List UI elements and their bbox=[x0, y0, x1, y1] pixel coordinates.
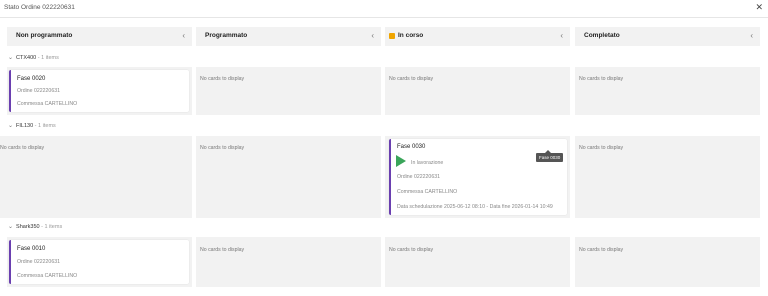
phase-card[interactable]: Fase 0010 Ordine 022220631 Commessa CART… bbox=[9, 240, 189, 284]
cell-ctx400-completato: No cards to display bbox=[575, 67, 760, 115]
column-header-in-corso: In corso ‹ bbox=[385, 27, 570, 46]
title-bar: Stato Ordine 022220631 ✕ bbox=[0, 0, 768, 18]
empty-message: No cards to display bbox=[579, 145, 624, 151]
close-icon[interactable]: ✕ bbox=[755, 3, 763, 12]
card-commessa: Commessa CARTELLINO bbox=[17, 273, 78, 279]
card-title: Fase 0010 bbox=[17, 246, 46, 252]
cell-ctx400-non-programmato: Fase 0020 Ordine 022220631 Commessa CART… bbox=[7, 67, 192, 115]
column-label: Non programmato bbox=[16, 32, 73, 39]
group-header-fil130[interactable]: ⌄ FIL130 - 1 items bbox=[8, 122, 56, 132]
chevron-left-icon[interactable]: ‹ bbox=[182, 32, 185, 40]
window-title: Stato Ordine 022220631 bbox=[4, 4, 75, 11]
cell-ctx400-in-corso: No cards to display bbox=[385, 67, 570, 115]
group-name: CTX400 bbox=[16, 55, 37, 61]
group-header-ctx400[interactable]: ⌄ CTX400 - 1 items bbox=[8, 54, 59, 64]
cell-shark350-non-programmato: Fase 0010 Ordine 022220631 Commessa CART… bbox=[7, 237, 192, 287]
phase-card[interactable]: Fase 0030 In lavorazione Fase 0030 Ordin… bbox=[389, 139, 567, 215]
chevron-left-icon[interactable]: ‹ bbox=[560, 32, 563, 40]
chevron-left-icon[interactable]: ‹ bbox=[371, 32, 374, 40]
play-icon bbox=[396, 155, 406, 167]
card-ordine: Ordine 022220631 bbox=[397, 174, 440, 180]
empty-message: No cards to display bbox=[389, 247, 434, 253]
column-header-non-programmato: Non programmato ‹ bbox=[7, 27, 192, 46]
cell-fil130-in-corso: Fase 0030 In lavorazione Fase 0030 Ordin… bbox=[385, 136, 570, 218]
cell-ctx400-programmato: No cards to display bbox=[196, 67, 381, 115]
card-title: Fase 0030 bbox=[397, 144, 426, 150]
group-name: FIL130 bbox=[16, 123, 34, 129]
column-label: Completato bbox=[584, 32, 620, 39]
group-count: - 1 items bbox=[36, 55, 59, 61]
empty-message: No cards to display bbox=[200, 145, 245, 151]
cell-fil130-completato: No cards to display bbox=[575, 136, 760, 218]
group-count: - 1 items bbox=[39, 224, 63, 230]
cell-fil130-non-programmato: No cards to display bbox=[0, 136, 192, 218]
group-count: - 1 items bbox=[33, 123, 56, 129]
empty-message: No cards to display bbox=[200, 247, 245, 253]
card-ordine: Ordine 022220631 bbox=[17, 88, 60, 94]
chevron-left-icon[interactable]: ‹ bbox=[750, 32, 753, 40]
chevron-down-icon: ⌄ bbox=[8, 224, 14, 230]
cell-shark350-in-corso: No cards to display bbox=[385, 237, 570, 287]
card-schedule: Data schedulazione 2025-06-12 08:10 - Da… bbox=[397, 204, 553, 210]
card-ordine: Ordine 022220631 bbox=[17, 259, 60, 265]
cell-fil130-programmato: No cards to display bbox=[196, 136, 381, 218]
card-title: Fase 0020 bbox=[17, 76, 46, 82]
card-commessa: Commessa CARTELLINO bbox=[17, 101, 78, 107]
column-header-completato: Completato ‹ bbox=[575, 27, 760, 46]
empty-message: No cards to display bbox=[0, 145, 45, 151]
empty-message: No cards to display bbox=[200, 76, 245, 82]
column-label: In corso bbox=[398, 32, 424, 39]
tooltip: Fase 0030 bbox=[536, 150, 564, 162]
empty-message: No cards to display bbox=[579, 247, 624, 253]
column-header-programmato: Programmato ‹ bbox=[196, 27, 381, 46]
phase-card[interactable]: Fase 0020 Ordine 022220631 Commessa CART… bbox=[9, 70, 189, 112]
card-status: In lavorazione bbox=[411, 160, 444, 166]
column-label: Programmato bbox=[205, 32, 248, 39]
cell-shark350-completato: No cards to display bbox=[575, 237, 760, 287]
cell-shark350-programmato: No cards to display bbox=[196, 237, 381, 287]
empty-message: No cards to display bbox=[579, 76, 624, 82]
empty-message: No cards to display bbox=[389, 76, 434, 82]
group-name: Shark350 bbox=[16, 224, 40, 230]
chevron-down-icon: ⌄ bbox=[8, 55, 14, 61]
chevron-down-icon: ⌄ bbox=[8, 123, 14, 129]
in-progress-status-icon bbox=[389, 33, 395, 39]
card-commessa: Commessa CARTELLINO bbox=[397, 189, 458, 195]
group-header-shark350[interactable]: ⌄ Shark350 - 1 items bbox=[8, 223, 62, 233]
